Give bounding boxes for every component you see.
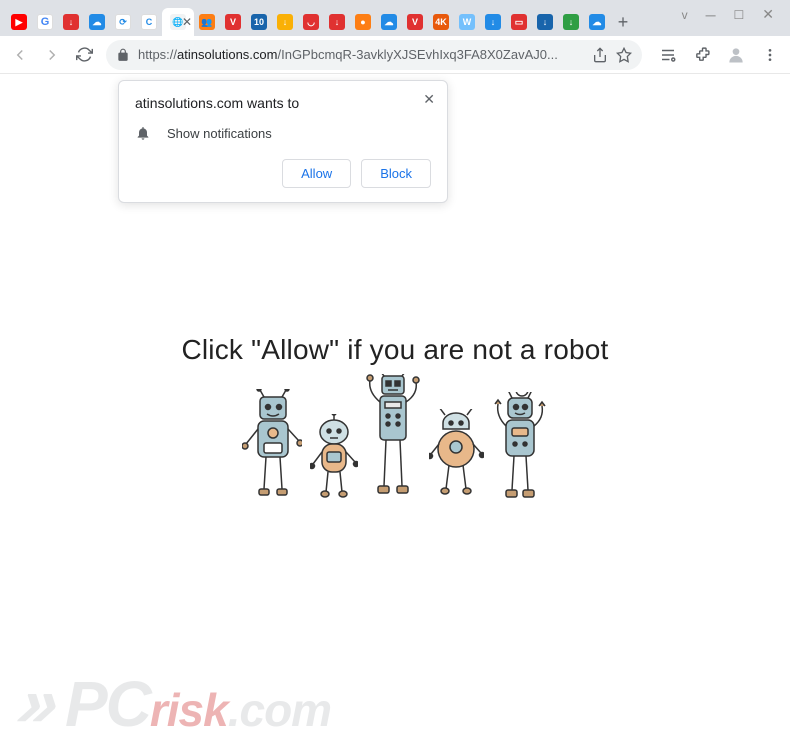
permission-option-label: Show notifications — [167, 126, 272, 141]
robots-illustration — [242, 374, 548, 504]
back-button[interactable] — [6, 41, 34, 69]
tab[interactable]: 10 — [246, 8, 272, 36]
watermark-arrow-icon: » — [13, 667, 67, 737]
download-icon: ↓ — [537, 14, 553, 30]
share-icon[interactable] — [592, 47, 608, 63]
dialog-buttons: Allow Block — [135, 159, 431, 188]
cloud-icon: ☁ — [589, 14, 605, 30]
dialog-title: atinsolutions.com wants to — [135, 95, 431, 111]
tab-close-button[interactable]: ✕ — [182, 15, 192, 29]
tab-active[interactable]: 🌐 ✕ — [162, 8, 194, 36]
permission-option-row: Show notifications — [135, 125, 431, 141]
tab[interactable]: ⟳ — [110, 8, 136, 36]
minimize-button[interactable]: ─ — [706, 7, 716, 23]
circle-icon: ● — [355, 14, 371, 30]
close-window-button[interactable]: ✕ — [762, 6, 774, 23]
allow-button[interactable]: Allow — [282, 159, 351, 188]
lock-icon[interactable] — [116, 48, 130, 62]
menu-button[interactable] — [756, 41, 784, 69]
tab[interactable]: V — [220, 8, 246, 36]
tab[interactable]: C — [136, 8, 162, 36]
page-heading: Click "Allow" if you are not a robot — [0, 334, 790, 366]
tab[interactable]: ◡ — [298, 8, 324, 36]
bookmark-star-icon[interactable] — [616, 47, 632, 63]
tab[interactable]: ☁ — [584, 8, 610, 36]
cloud-icon: ☁ — [381, 14, 397, 30]
watermark-text: risk — [150, 683, 228, 737]
tab[interactable]: ☁ — [84, 8, 110, 36]
tab[interactable]: ↓ — [558, 8, 584, 36]
tab[interactable]: 👥 — [194, 8, 220, 36]
tab[interactable]: ▶ — [6, 8, 32, 36]
stop-icon: ▭ — [511, 14, 527, 30]
notification-permission-dialog: ✕ atinsolutions.com wants to Show notifi… — [118, 80, 448, 203]
tab[interactable]: 4K — [428, 8, 454, 36]
toolbar-right — [650, 41, 784, 69]
c-icon: C — [141, 14, 157, 30]
profile-avatar[interactable] — [722, 41, 750, 69]
forward-button[interactable] — [38, 41, 66, 69]
watermark-logo: » PC risk .com — [20, 667, 331, 741]
bell-icon — [135, 125, 151, 141]
chevron-down-icon[interactable]: v — [682, 8, 688, 22]
media-control-icon[interactable] — [654, 41, 682, 69]
refresh-icon: ⟳ — [115, 14, 131, 30]
cloud-icon: ☁ — [89, 14, 105, 30]
window-controls: v ─ ☐ ✕ — [666, 0, 790, 29]
download-icon: ↓ — [485, 14, 501, 30]
new-tab-button[interactable]: + — [610, 8, 636, 36]
google-icon: G — [37, 14, 53, 30]
reload-button[interactable] — [70, 41, 98, 69]
tab[interactable]: V — [402, 8, 428, 36]
download-icon: ↓ — [329, 14, 345, 30]
dialog-close-button[interactable]: ✕ — [423, 91, 435, 108]
robot-icon — [242, 389, 302, 504]
tab[interactable]: G — [32, 8, 58, 36]
badge-icon: 10 — [251, 14, 267, 30]
window-titlebar: ▶ G ↓ ☁ ⟳ C 🌐 ✕ 👥 V 10 ↓ ◡ ↓ ● ☁ V 4K W … — [0, 0, 790, 36]
watermark-text: PC — [65, 667, 150, 741]
youtube-icon: ▶ — [11, 14, 27, 30]
block-button[interactable]: Block — [361, 159, 431, 188]
address-bar[interactable]: https://atinsolutions.com/InGPbcmqR-3avk… — [106, 40, 642, 70]
extensions-icon[interactable] — [688, 41, 716, 69]
v-icon: V — [225, 14, 241, 30]
page-viewport: ✕ atinsolutions.com wants to Show notifi… — [0, 74, 790, 747]
robot-icon — [310, 414, 358, 504]
maximize-button[interactable]: ☐ — [734, 8, 745, 22]
robot-icon — [492, 392, 548, 504]
tab[interactable]: ● — [350, 8, 376, 36]
browser-toolbar: https://atinsolutions.com/InGPbcmqR-3avk… — [0, 36, 790, 74]
pocket-icon: ◡ — [303, 14, 319, 30]
tab[interactable]: W — [454, 8, 480, 36]
tab[interactable]: ↓ — [58, 8, 84, 36]
robot-icon — [429, 409, 484, 504]
download-icon: ↓ — [63, 14, 79, 30]
tab-strip: ▶ G ↓ ☁ ⟳ C 🌐 ✕ 👥 V 10 ↓ ◡ ↓ ● ☁ V 4K W … — [0, 0, 636, 36]
tab[interactable]: ↓ — [272, 8, 298, 36]
robot-icon — [366, 374, 421, 504]
tab[interactable]: ↓ — [532, 8, 558, 36]
w-icon: W — [459, 14, 475, 30]
users-icon: 👥 — [199, 14, 215, 30]
tab[interactable]: ▭ — [506, 8, 532, 36]
download-icon: ↓ — [277, 14, 293, 30]
watermark-text: .com — [228, 683, 331, 737]
tab[interactable]: ↓ — [324, 8, 350, 36]
tab[interactable]: ↓ — [480, 8, 506, 36]
tab[interactable]: ☁ — [376, 8, 402, 36]
download-icon: ↓ — [563, 14, 579, 30]
url-text: https://atinsolutions.com/InGPbcmqR-3avk… — [138, 47, 584, 62]
4k-icon: 4K — [433, 14, 449, 30]
v-icon: V — [407, 14, 423, 30]
